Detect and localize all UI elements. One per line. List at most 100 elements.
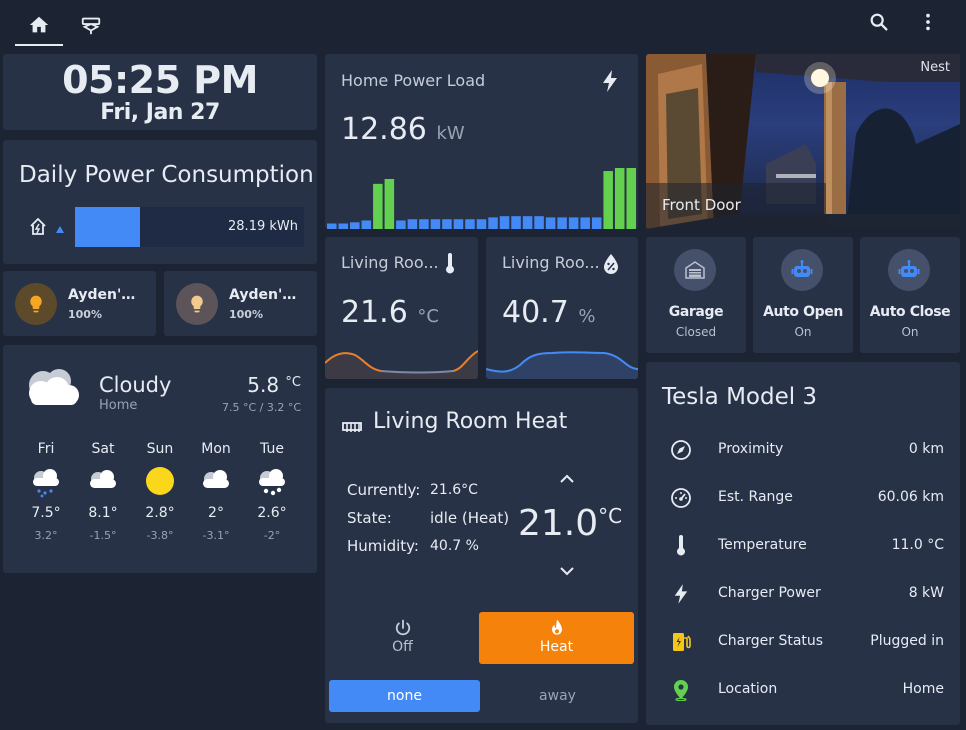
tesla-row-charger-status[interactable]: Charger Status Plugged in bbox=[646, 627, 960, 657]
light-name: Ayden's D... bbox=[229, 287, 304, 303]
thermostat-target-unit: °C bbox=[598, 504, 623, 528]
camera-name: Front Door bbox=[662, 196, 741, 214]
forecast-day-label: Sun bbox=[146, 441, 174, 457]
temperature-up-button[interactable] bbox=[557, 472, 577, 486]
thermostat-title: Living Room Heat bbox=[373, 409, 568, 434]
auto-open-button-card[interactable]: Auto Open On bbox=[753, 237, 853, 353]
lightning-icon bbox=[674, 584, 688, 604]
cloud-icon bbox=[90, 470, 116, 488]
power-consumption-value: 28.19 kWh bbox=[228, 219, 298, 234]
preset-away-button[interactable]: away bbox=[482, 680, 633, 712]
menu-button[interactable] bbox=[913, 8, 943, 36]
power-consumption-card[interactable]: Daily Power Consumption 28.19 kWh bbox=[3, 140, 317, 264]
weather-condition: Cloudy bbox=[99, 373, 172, 397]
auto-close-button-card[interactable]: Auto Close On bbox=[860, 237, 960, 353]
cloud-icon bbox=[203, 470, 229, 488]
thermostat-current-label: Currently: bbox=[347, 481, 421, 499]
bulb-icon bbox=[191, 295, 203, 313]
hvac-mode-label: Heat bbox=[539, 639, 574, 655]
light-card-2[interactable]: Ayden's D... 100% bbox=[164, 271, 317, 336]
forecast-high: 8.1° bbox=[88, 505, 118, 521]
humidity-history-graph bbox=[486, 351, 638, 379]
thermostat-state-value: idle (Heat) bbox=[430, 509, 510, 527]
tesla-row-range[interactable]: Est. Range 60.06 km bbox=[646, 483, 960, 513]
sensor-number: 21.6 bbox=[341, 295, 408, 330]
clock-card: 05:25 PM Fri, Jan 27 bbox=[3, 54, 317, 130]
map-marker-icon bbox=[674, 680, 688, 701]
sensor-title: Living Roo... bbox=[341, 253, 439, 272]
rain-cloud-icon bbox=[33, 469, 59, 498]
power-load-card[interactable]: Home Power Load 12.86 kW bbox=[325, 54, 638, 229]
tesla-row-value: 0 km bbox=[908, 441, 944, 457]
weather-range: 7.5 °C / 3.2 °C bbox=[221, 401, 301, 414]
tesla-row-location[interactable]: Location Home bbox=[646, 675, 960, 705]
forecast-day-label: Sat bbox=[91, 441, 115, 457]
power-load-history-chart bbox=[327, 168, 636, 229]
forecast-high: 2° bbox=[208, 505, 224, 521]
weather-temp-unit: °C bbox=[285, 375, 301, 390]
garage-name: Garage bbox=[668, 304, 724, 320]
forecast-low: -3.8° bbox=[146, 529, 174, 542]
temperature-down-button[interactable] bbox=[557, 564, 577, 578]
hvac-mode-heat-button[interactable]: Heat bbox=[479, 612, 634, 664]
tesla-row-label: Charger Status bbox=[718, 633, 824, 649]
light-card-1[interactable]: Ayden's Li... 100% bbox=[3, 271, 156, 336]
sensor-title: Living Roo... bbox=[502, 253, 600, 272]
sun-icon bbox=[146, 467, 174, 495]
power-load-bar bbox=[488, 217, 498, 229]
tab-devices[interactable] bbox=[67, 6, 115, 44]
power-load-bar bbox=[350, 222, 360, 229]
forecast-day-label: Mon bbox=[201, 441, 231, 457]
robot-icon bbox=[898, 260, 920, 277]
home-icon bbox=[29, 16, 49, 33]
thermostat-card[interactable]: Living Room Heat Currently: 21.6°C State… bbox=[325, 388, 638, 723]
power-load-value: 12.86 kW bbox=[341, 112, 465, 147]
ev-station-icon bbox=[673, 633, 691, 651]
more-vertical-icon bbox=[926, 13, 930, 31]
weather-temp: 5.8 °C bbox=[247, 373, 301, 397]
forecast-low: -1.5° bbox=[89, 529, 117, 542]
sensor-unit: % bbox=[578, 306, 596, 327]
light-icon-container[interactable] bbox=[15, 283, 57, 325]
power-load-bar bbox=[499, 216, 510, 229]
tesla-row-temperature[interactable]: Temperature 11.0 °C bbox=[646, 531, 960, 561]
clock-time: 05:25 PM bbox=[62, 58, 258, 102]
tesla-row-charger-power[interactable]: Charger Power 8 kW bbox=[646, 579, 960, 609]
power-load-bar bbox=[430, 219, 441, 229]
tesla-row-proximity[interactable]: Proximity 0 km bbox=[646, 435, 960, 465]
tab-home[interactable] bbox=[15, 6, 63, 46]
power-load-bar bbox=[534, 216, 544, 229]
tesla-row-value: 8 kW bbox=[908, 585, 944, 601]
hvac-mode-off-button[interactable]: Off bbox=[325, 612, 480, 664]
forecast-day: Sat 8.1° -1.5° bbox=[75, 441, 131, 542]
humidity-sensor-card[interactable]: Living Roo... 40.7 % bbox=[486, 237, 638, 379]
thermostat-humidity-label: Humidity: bbox=[347, 537, 419, 555]
garage-button-card[interactable]: Garage Closed bbox=[646, 237, 746, 353]
tesla-row-label: Proximity bbox=[718, 441, 784, 457]
power-load-bar bbox=[476, 219, 487, 229]
temperature-sensor-card[interactable]: Living Roo... 21.6 °C bbox=[325, 237, 478, 379]
auto-open-icon-container bbox=[781, 249, 823, 291]
search-button[interactable] bbox=[864, 8, 894, 36]
water-percent-icon bbox=[604, 254, 618, 274]
sensor-unit: °C bbox=[417, 306, 439, 327]
power-load-bar bbox=[522, 216, 533, 229]
auto-open-state: On bbox=[794, 325, 812, 339]
weather-temp-value: 5.8 bbox=[247, 373, 280, 397]
garage-icon-container bbox=[674, 249, 716, 291]
clock-date: Fri, Jan 27 bbox=[100, 100, 220, 125]
temperature-history-graph bbox=[325, 350, 478, 379]
flame-icon bbox=[551, 619, 562, 635]
camera-card[interactable]: Nest Front Door bbox=[646, 54, 960, 229]
sensor-value: 40.7 % bbox=[502, 295, 595, 330]
power-consumption-bar: 28.19 kWh bbox=[75, 207, 304, 247]
tesla-title: Tesla Model 3 bbox=[662, 384, 818, 410]
power-load-bar bbox=[373, 183, 383, 229]
power-load-unit: kW bbox=[436, 123, 465, 144]
preset-none-button[interactable]: none bbox=[329, 680, 480, 712]
light-icon-container[interactable] bbox=[176, 283, 218, 325]
tesla-row-value: Plugged in bbox=[870, 633, 944, 649]
power-consumption-title: Daily Power Consumption bbox=[19, 162, 314, 188]
sensor-number: 40.7 bbox=[502, 295, 569, 330]
weather-card[interactable]: Cloudy Home 5.8 °C 7.5 °C / 3.2 °C Fri 7… bbox=[3, 345, 317, 573]
